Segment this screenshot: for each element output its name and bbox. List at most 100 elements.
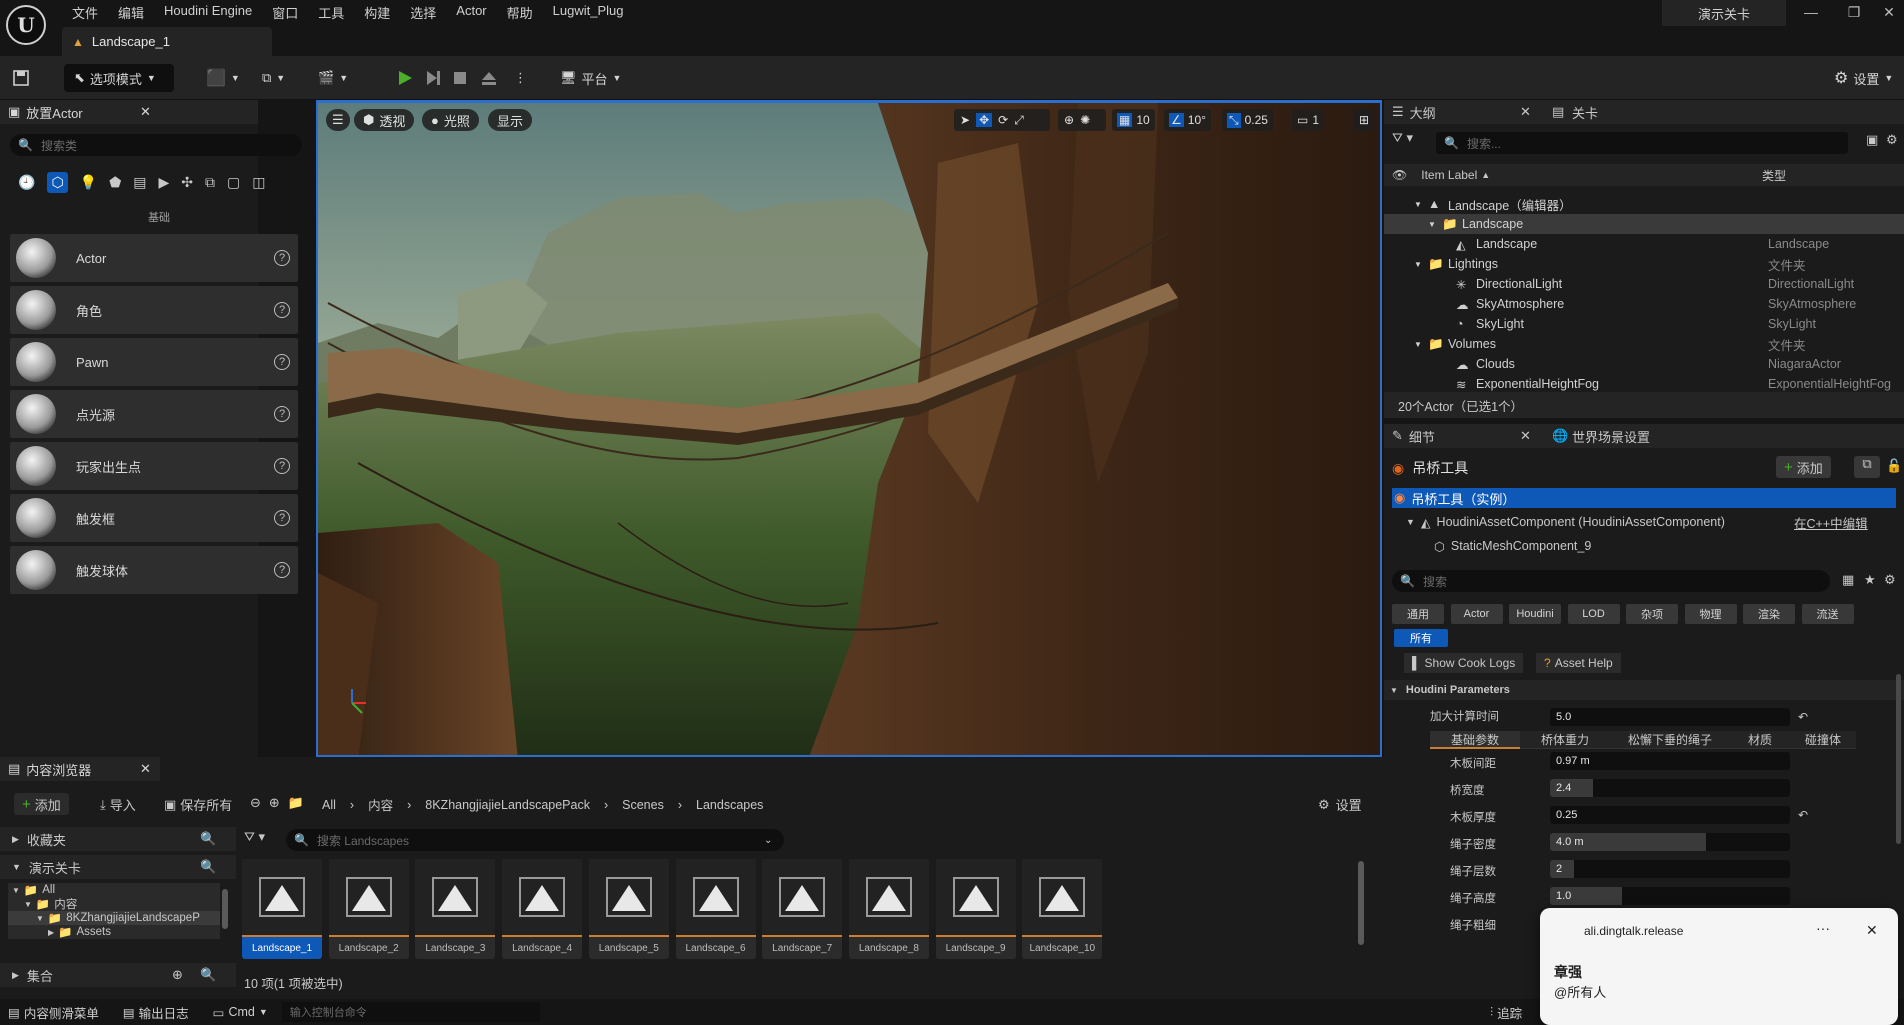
close-tab-icon[interactable]: ✕ (1520, 428, 1531, 444)
help-icon[interactable]: ? (274, 562, 290, 578)
asset-tile[interactable]: Landscape_2 (328, 859, 409, 959)
breadcrumb-item[interactable]: All (322, 798, 336, 812)
levels-tab[interactable]: 关卡 (1572, 103, 1598, 122)
add-component-button[interactable]: + 添加 (1776, 456, 1831, 478)
param-subtab[interactable]: 桥体重力 (1520, 731, 1610, 749)
all-classes-icon[interactable]: ⧉ (205, 174, 215, 191)
breadcrumb-item[interactable]: Landscapes (696, 798, 763, 812)
asset-tile[interactable]: Landscape_9 (935, 859, 1016, 959)
actor-item[interactable]: Actor? (10, 234, 298, 282)
breadcrumb-separator-icon[interactable]: › (407, 798, 411, 812)
project-section[interactable]: ▼ 演示关卡 🔍 (0, 855, 236, 879)
place-actor-search[interactable]: 🔍 搜索类 (10, 134, 302, 156)
breadcrumb-item[interactable]: 8KZhangjiajieLandscapePack (425, 798, 590, 812)
asset-search[interactable]: 🔍 搜索 Landscapes ⌄ (286, 829, 784, 851)
param-slider[interactable]: 0.25 (1550, 806, 1790, 824)
volumes-icon[interactable]: ✣ (181, 174, 193, 191)
edit-cpp-link[interactable]: 在C++中编辑 (1794, 513, 1868, 532)
help-icon[interactable]: ? (274, 458, 290, 474)
actor-item[interactable]: 角色? (10, 286, 298, 334)
outliner-row[interactable]: ≋ ExponentialHeightFog ExponentialHeightFo… (1384, 374, 1904, 394)
breadcrumb-separator-icon[interactable]: › (350, 798, 354, 812)
instance-row[interactable]: ◉ 吊桥工具（实例） (1392, 488, 1896, 508)
angle-snap[interactable]: ∠ 10° (1164, 109, 1211, 131)
details-tab[interactable]: 细节 (1409, 427, 1435, 446)
geometry-icon[interactable]: ▢ (227, 174, 240, 191)
help-icon[interactable]: ? (274, 302, 290, 318)
add-folder-icon[interactable]: ▣ (1866, 132, 1878, 148)
asset-tile[interactable]: Landscape_1 (242, 859, 322, 959)
close-icon[interactable]: ✕ (1866, 922, 1878, 939)
max-cook-field[interactable]: 5.0 (1550, 708, 1790, 726)
trace-button[interactable]: ⫶ 追踪 (1490, 1003, 1522, 1022)
actor-item[interactable]: 点光源? (10, 390, 298, 438)
lit-mode-button[interactable]: ● 光照 (422, 109, 479, 131)
maximize-icon[interactable]: ❐ (1839, 4, 1869, 24)
category-filter[interactable]: 通用 (1392, 604, 1444, 624)
scale-snap[interactable]: ⤡ 0.25 (1222, 109, 1273, 131)
show-button[interactable]: 显示 (488, 109, 533, 131)
asset-scrollbar[interactable] (1358, 861, 1364, 945)
outliner-row[interactable]: ◭ Landscape Landscape (1384, 234, 1904, 254)
details-search[interactable]: 🔍 搜索 (1392, 570, 1830, 592)
cmd-select[interactable]: ▭ Cmd ▼ (213, 1005, 268, 1020)
more-categories-icon[interactable]: ◫ (252, 174, 265, 191)
asset-tile[interactable]: Landscape_5 (588, 859, 669, 959)
lock-icon[interactable]: 🔓 (1886, 458, 1902, 474)
back-icon[interactable]: ⊖ (250, 795, 261, 811)
outliner-settings-icon[interactable]: ⚙ (1886, 132, 1898, 148)
visibility-icon[interactable]: 👁 (1392, 168, 1407, 182)
tree-item[interactable]: ▶ 📁 Assets (8, 925, 220, 939)
cinematic-icon[interactable]: ▤ (133, 174, 146, 191)
output-log-button[interactable]: ▤ 输出日志 (123, 1003, 189, 1022)
save-icon[interactable] (12, 64, 30, 92)
help-icon[interactable]: ? (274, 406, 290, 422)
favorites-section[interactable]: ▶ 收藏夹 🔍 (0, 827, 236, 851)
component-row[interactable]: ⬡ StaticMeshComponent_9 (1434, 536, 1591, 556)
outliner-row[interactable]: ✳ DirectionalLight DirectionalLight (1384, 274, 1904, 294)
close-tab-icon[interactable]: ✕ (1520, 104, 1531, 120)
category-all[interactable]: 所有 (1394, 629, 1448, 647)
actor-item[interactable]: Pawn? (10, 338, 298, 386)
collections-section[interactable]: ▶ 集合 ⊕ 🔍 (0, 963, 236, 987)
expand-arrow-icon[interactable]: ▼ (1414, 260, 1422, 269)
select-cursor-icon[interactable]: ➤ (960, 113, 970, 127)
menu-build[interactable]: 构建 (354, 0, 400, 22)
surface-snap-icon[interactable]: ✺ (1080, 113, 1090, 127)
show-cook-logs-button[interactable]: ▌ Show Cook Logs (1404, 653, 1524, 673)
close-tab-icon[interactable]: ✕ (140, 761, 151, 777)
breadcrumb-separator-icon[interactable]: › (604, 798, 608, 812)
rotate-icon[interactable]: ⟳ (998, 113, 1008, 127)
layout-button[interactable]: ⊞ (1354, 109, 1375, 131)
eject-icon[interactable] (480, 64, 498, 92)
console-input[interactable]: 输入控制台命令 (281, 1002, 540, 1022)
close-window-icon[interactable]: ✕ (1874, 4, 1904, 24)
help-icon[interactable]: ? (274, 510, 290, 526)
lights-icon[interactable]: 💡 (80, 174, 97, 191)
expand-arrow-icon[interactable]: ▼ (1414, 340, 1422, 349)
perspective-button[interactable]: ⬢ 透视 (354, 109, 415, 131)
add-content-button[interactable]: ⬛ ▼ (206, 64, 240, 92)
outliner-row[interactable]: ☁ SkyAtmosphere SkyAtmosphere (1384, 294, 1904, 314)
param-slider[interactable]: 4.0 m (1550, 833, 1790, 851)
help-icon[interactable]: ? (274, 354, 290, 370)
column-item-label[interactable]: Item Label (1421, 168, 1477, 182)
category-filter[interactable]: 物理 (1684, 604, 1737, 624)
import-button[interactable]: ⤓ 导入 (100, 795, 136, 814)
param-subtab[interactable]: 材质 (1730, 731, 1790, 749)
settings-button[interactable]: ⚙ 设置 ▼ (1834, 64, 1893, 92)
asset-tile[interactable]: Landscape_3 (415, 859, 496, 959)
reset-icon[interactable]: ↶ (1798, 808, 1808, 822)
component-row[interactable]: ▼ ◭ HoudiniAssetComponent (HoudiniAssetC… (1406, 512, 1896, 532)
translate-icon[interactable]: ✥ (976, 113, 993, 127)
search-icon[interactable]: 🔍 (200, 831, 216, 847)
outliner-tab[interactable]: 大纲 (1410, 103, 1436, 122)
stop-icon[interactable] (452, 64, 468, 92)
basic-category-icon[interactable]: ⬡ (47, 172, 68, 193)
breadcrumb-separator-icon[interactable]: › (678, 798, 682, 812)
outliner-row[interactable]: ▼ 📁 Lightings 文件夹 (1384, 254, 1904, 274)
menu-edit[interactable]: 编辑 (108, 0, 154, 22)
details-scrollbar[interactable] (1896, 674, 1901, 844)
houdini-parameters-section[interactable]: ▼ Houdini Parameters (1384, 680, 1904, 700)
add-collection-icon[interactable]: ⊕ (172, 967, 183, 983)
